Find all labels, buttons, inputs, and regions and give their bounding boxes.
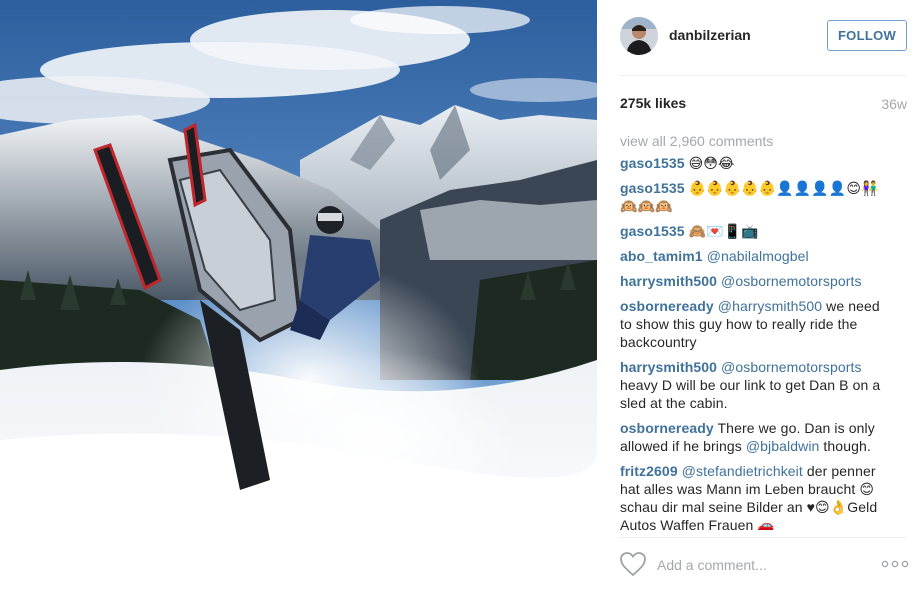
follow-button[interactable]: FOLLOW xyxy=(827,20,907,51)
comment-text: 🙈💌📱📺 xyxy=(684,223,759,239)
comment-mention-link[interactable]: @stefandietrichkeit xyxy=(682,463,803,479)
comment-mention-link[interactable]: @osbornemotorsports xyxy=(721,359,862,375)
comment-mention-link[interactable]: @nabilalmogbel xyxy=(707,248,809,264)
avatar[interactable] xyxy=(620,17,658,55)
avatar-image xyxy=(620,17,658,55)
comment-username[interactable]: gaso1535 xyxy=(620,155,685,171)
post-info-panel: danbilzerian FOLLOW 275k likes 36w view … xyxy=(597,0,913,593)
heart-icon[interactable] xyxy=(619,551,647,577)
post-header: danbilzerian FOLLOW xyxy=(597,0,913,76)
comment-item: harrysmith500 @osbornemotorsports heavy … xyxy=(620,358,890,412)
add-comment-input[interactable] xyxy=(657,555,857,575)
divider xyxy=(619,75,907,76)
comment-text: though. xyxy=(819,438,871,454)
view-all-comments-link[interactable]: view all 2,960 comments xyxy=(620,133,890,149)
post-age[interactable]: 36w xyxy=(881,96,907,112)
comment-item: harrysmith500 @osbornemotorsports xyxy=(620,272,890,290)
comment-username[interactable]: gaso1535 xyxy=(620,180,685,196)
comment-item: osborneready There we go. Dan is only al… xyxy=(620,419,890,455)
comment-item: osborneready @harrysmith500 we need to s… xyxy=(620,297,890,351)
comment-username[interactable]: osborneready xyxy=(620,420,714,436)
comment-username[interactable]: osborneready xyxy=(620,298,714,314)
comment-item: abo_tamim1 @nabilalmogbel xyxy=(620,247,890,265)
snowmobile-photo-image xyxy=(0,0,597,593)
comment-text: heavy D will be our link to get Dan B on… xyxy=(620,377,881,411)
comment-item: gaso1535 😅😳😂 xyxy=(620,154,890,172)
comment-item: gaso1535 🙈💌📱📺 xyxy=(620,222,890,240)
comments-list: view all 2,960 comments gaso1535 😅😳😂 gaso… xyxy=(620,133,890,530)
comment-username[interactable]: harrysmith500 xyxy=(620,359,717,375)
divider xyxy=(619,537,907,538)
comment-username[interactable]: abo_tamim1 xyxy=(620,248,703,264)
comment-mention-link[interactable]: @harrysmith500 xyxy=(718,298,822,314)
username[interactable]: danbilzerian xyxy=(669,27,751,43)
post-photo[interactable] xyxy=(0,0,597,593)
comment-item: fritz2609 @stefandietrichkeit der penner… xyxy=(620,462,890,530)
comment-item: gaso1535 👶👶👶👶👶👤👤👤👤😊👫🙉🙉🙉 xyxy=(620,179,890,215)
comment-username[interactable]: fritz2609 xyxy=(620,463,678,479)
comment-username[interactable]: gaso1535 xyxy=(620,223,685,239)
comment-mention-link[interactable]: @bjbaldwin xyxy=(746,438,820,454)
comment-mention-link[interactable]: @osbornemotorsports xyxy=(721,273,862,289)
more-options-icon[interactable] xyxy=(881,559,909,569)
likes-count[interactable]: 275k likes xyxy=(620,95,686,111)
comment-username[interactable]: harrysmith500 xyxy=(620,273,717,289)
comment-text: 😅😳😂 xyxy=(684,155,735,171)
